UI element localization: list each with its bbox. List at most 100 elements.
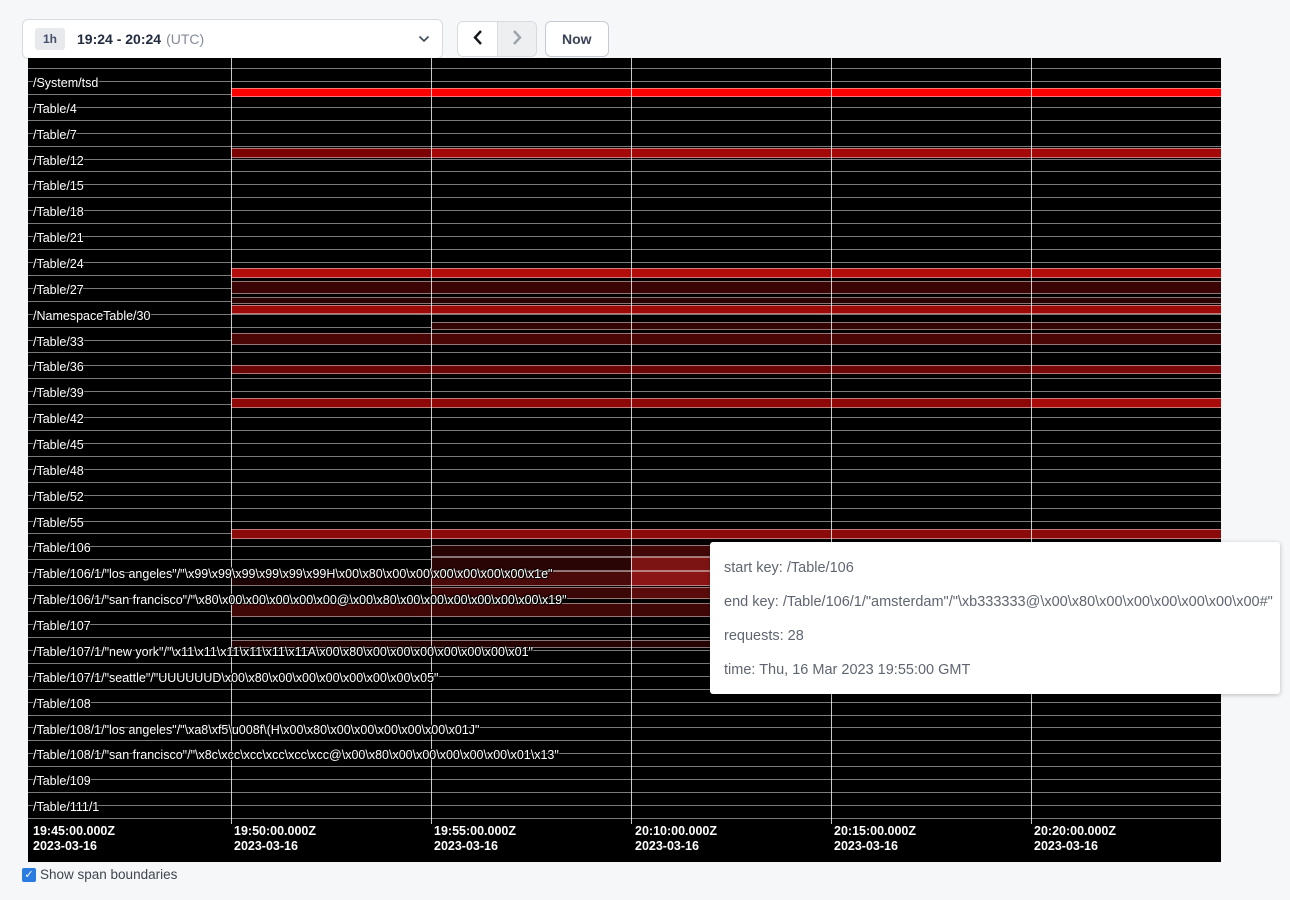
- span-key-label: /Table/7: [33, 128, 77, 142]
- heat-band-cell[interactable]: [431, 148, 1221, 158]
- span-boundary-line: [28, 81, 1221, 82]
- span-key-label: /Table/107/1/"seattle"/"UUUUUUD\x00\x80\…: [33, 671, 438, 685]
- span-boundary-line: [28, 133, 1221, 134]
- heat-band-cell[interactable]: [231, 305, 1221, 314]
- span-key-label: /Table/106/1/"san francisco"/"\x80\x00\x…: [33, 593, 567, 607]
- time-axis-tick: 19:45:00.000Z2023-03-16: [33, 824, 115, 854]
- span-key-label: /Table/42: [33, 412, 84, 426]
- tick-date: 2023-03-16: [234, 839, 316, 854]
- heat-band-cell[interactable]: [1031, 365, 1221, 374]
- span-key-label: /Table/107/1/"new york"/"\x11\x11\x11\x1…: [33, 645, 533, 659]
- heat-band-cell[interactable]: [231, 148, 431, 158]
- heat-band-cell[interactable]: [231, 297, 1221, 304]
- time-bucket-line: [1031, 58, 1032, 824]
- span-key-label: /Table/45: [33, 438, 84, 452]
- tick-date: 2023-03-16: [33, 839, 115, 854]
- span-boundary-line: [28, 495, 1221, 496]
- span-boundary-line: [28, 68, 1221, 69]
- span-boundary-line: [28, 146, 1221, 147]
- now-button[interactable]: Now: [545, 21, 609, 57]
- time-axis-tick: 19:50:00.000Z2023-03-16: [234, 824, 316, 854]
- key-visualizer-canvas[interactable]: /System/tsd/Table/4/Table/7/Table/12/Tab…: [28, 58, 1221, 862]
- span-key-label: /Table/12: [33, 154, 84, 168]
- heat-band-cell[interactable]: [231, 88, 1221, 97]
- span-boundary-line: [28, 818, 1221, 819]
- span-tooltip: start key: /Table/106 end key: /Table/10…: [710, 542, 1280, 694]
- span-key-label: /Table/18: [33, 205, 84, 219]
- time-range-duration-badge: 1h: [35, 28, 65, 50]
- span-boundary-line: [28, 197, 1221, 198]
- span-boundary-line: [28, 210, 1221, 211]
- span-key-label: /Table/27: [33, 283, 84, 297]
- span-boundary-line: [28, 740, 1221, 741]
- span-boundary-line: [28, 352, 1221, 353]
- time-bucket-line: [431, 58, 432, 824]
- tick-date: 2023-03-16: [1034, 839, 1116, 854]
- heat-band-cell[interactable]: [1031, 398, 1221, 408]
- span-key-label: /Table/36: [33, 360, 84, 374]
- span-boundary-line: [28, 805, 1221, 806]
- time-range-label: 19:24 - 20:24: [77, 31, 161, 47]
- footer: ✓ Show span boundaries: [22, 867, 177, 882]
- span-boundary-line: [28, 766, 1221, 767]
- time-bucket-line: [831, 58, 832, 824]
- time-axis-tick: 20:20:00.000Z2023-03-16: [1034, 824, 1116, 854]
- span-key-label: /Table/107: [33, 619, 91, 633]
- chevron-left-icon: [472, 29, 483, 49]
- span-key-label: /Table/33: [33, 335, 84, 349]
- span-key-label: /Table/108: [33, 697, 91, 711]
- span-key-label: /Table/21: [33, 231, 84, 245]
- chevron-right-icon: [512, 29, 523, 49]
- tooltip-start-key: start key: /Table/106: [724, 551, 1266, 585]
- time-range-timezone: (UTC): [166, 31, 204, 47]
- span-key-label: /Table/109: [33, 774, 91, 788]
- tick-time: 20:15:00.000Z: [834, 824, 916, 839]
- span-boundary-line: [28, 171, 1221, 172]
- span-boundary-line: [28, 391, 1221, 392]
- span-key-label: /Table/24: [33, 257, 84, 271]
- span-boundary-line: [28, 482, 1221, 483]
- time-axis-tick: 20:10:00.000Z2023-03-16: [635, 824, 717, 854]
- tick-date: 2023-03-16: [834, 839, 916, 854]
- span-key-label: /NamespaceTable/30: [33, 309, 150, 323]
- show-span-boundaries-checkbox[interactable]: ✓: [22, 868, 36, 882]
- heat-band-cell[interactable]: [431, 322, 1221, 330]
- time-bucket-line: [231, 58, 232, 824]
- time-range-select[interactable]: 1h 19:24 - 20:24 (UTC): [22, 19, 443, 59]
- span-boundary-line: [28, 223, 1221, 224]
- span-key-label: /Table/55: [33, 516, 84, 530]
- time-axis-tick: 19:55:00.000Z2023-03-16: [434, 824, 516, 854]
- tick-time: 19:50:00.000Z: [234, 824, 316, 839]
- span-boundary-line: [28, 262, 1221, 263]
- tick-time: 20:10:00.000Z: [635, 824, 717, 839]
- span-boundary-line: [28, 417, 1221, 418]
- span-key-label: /Table/108/1/"los angeles"/"\xa8\xf5\u00…: [33, 723, 480, 737]
- time-bucket-line: [631, 58, 632, 824]
- heat-band-cell[interactable]: [231, 268, 1221, 278]
- span-key-label: /Table/111/1: [33, 800, 99, 814]
- span-key-label: /System/tsd: [33, 76, 98, 90]
- span-boundary-line: [28, 715, 1221, 716]
- tooltip-end-key: end key: /Table/106/1/"amsterdam"/"\xb33…: [724, 585, 1266, 619]
- next-time-button[interactable]: [497, 22, 536, 56]
- heat-band-cell[interactable]: [231, 281, 1221, 294]
- heat-band-cell[interactable]: [231, 529, 1221, 539]
- span-boundary-line: [28, 430, 1221, 431]
- span-boundary-line: [28, 508, 1221, 509]
- span-key-label: /Table/106/1/"los angeles"/"\x99\x99\x99…: [33, 567, 552, 581]
- span-boundary-line: [28, 249, 1221, 250]
- span-boundary-line: [28, 443, 1221, 444]
- key-visualizer-page: 1h 19:24 - 20:24 (UTC) Now /System/tsd/T…: [0, 0, 1290, 900]
- span-key-label: /Table/15: [33, 179, 84, 193]
- heat-band-cell[interactable]: [231, 333, 1221, 345]
- show-span-boundaries-label: Show span boundaries: [40, 867, 177, 882]
- time-axis-tick: 20:15:00.000Z2023-03-16: [834, 824, 916, 854]
- heat-band-cell[interactable]: [431, 545, 631, 557]
- span-boundary-line: [28, 469, 1221, 470]
- span-key-label: /Table/4: [33, 102, 77, 116]
- time-nav-group: [457, 21, 537, 57]
- prev-time-button[interactable]: [458, 22, 497, 56]
- span-boundary-line: [28, 107, 1221, 108]
- span-boundary-line: [28, 456, 1221, 457]
- span-boundary-line: [28, 378, 1221, 379]
